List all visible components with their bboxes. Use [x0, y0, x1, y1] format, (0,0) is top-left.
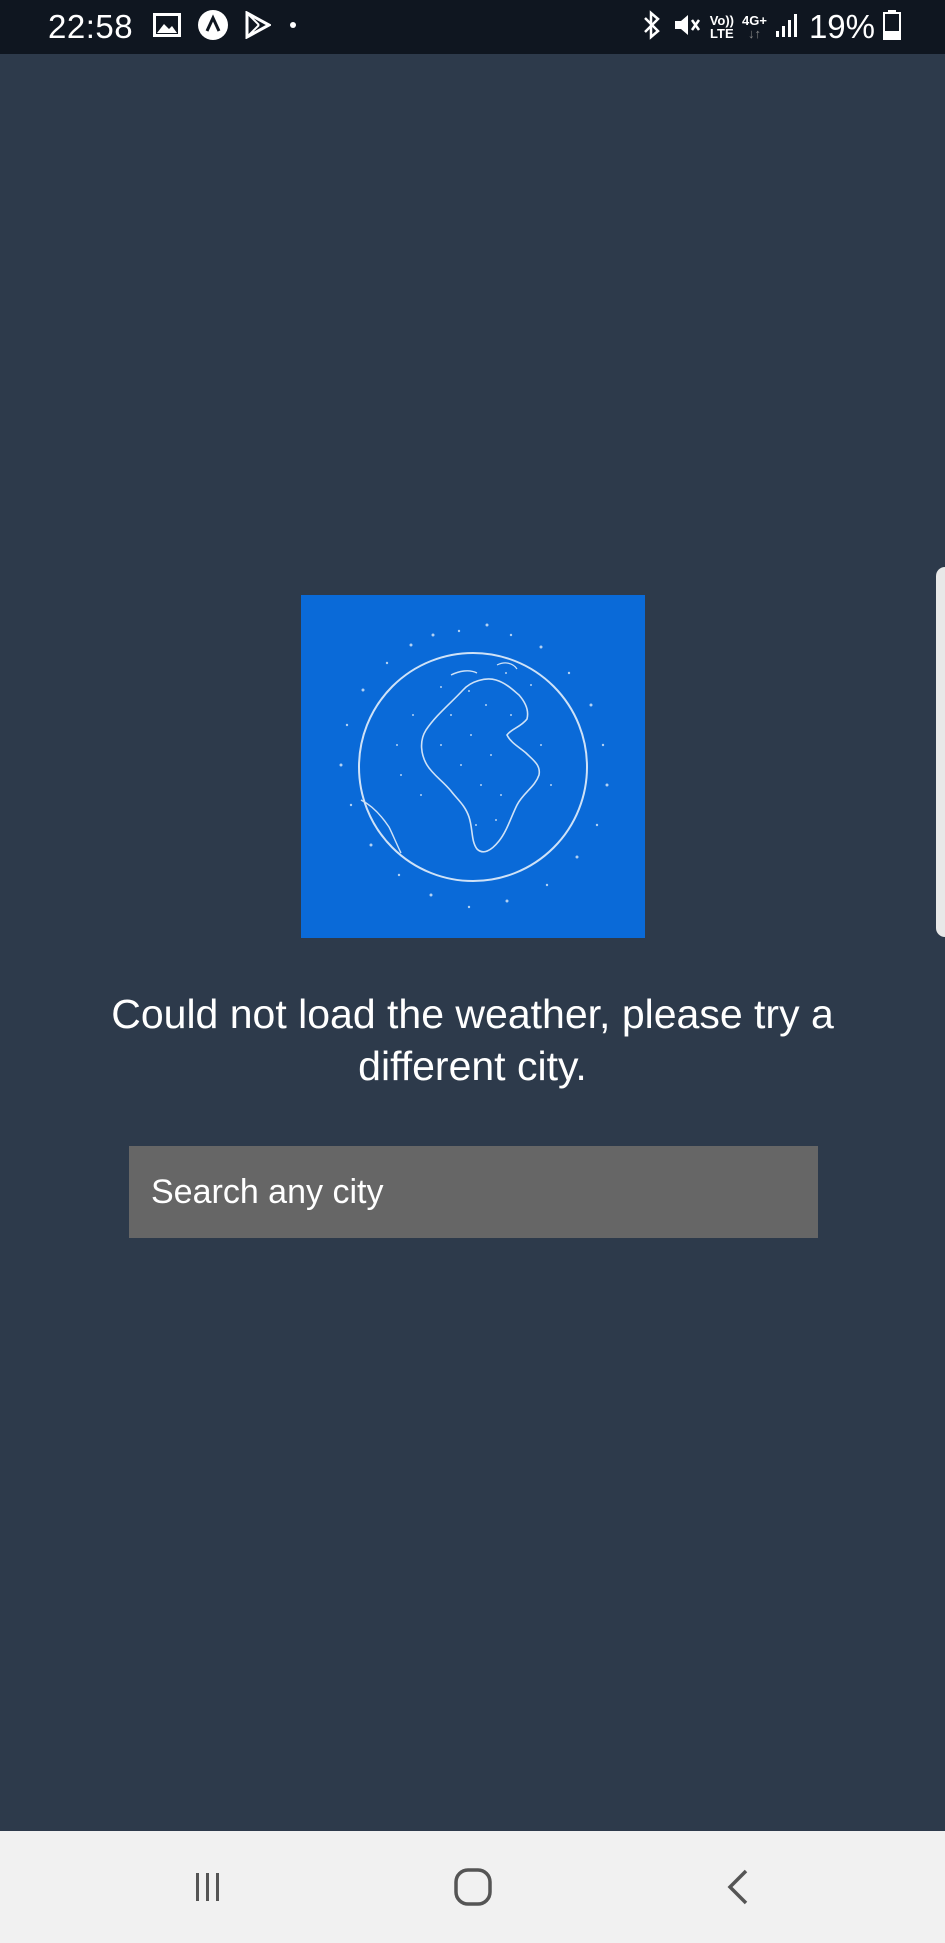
back-icon [727, 1869, 748, 1905]
dot-icon [287, 18, 299, 36]
globe-image [301, 595, 645, 938]
bluetooth-icon [640, 9, 664, 45]
home-button[interactable] [413, 1831, 533, 1943]
back-button[interactable] [678, 1831, 798, 1943]
battery-percent: 19% [808, 8, 875, 45]
app-icon [197, 9, 229, 46]
edge-panel-handle[interactable] [936, 567, 945, 937]
mute-icon [672, 10, 702, 45]
lte-label: LTE [710, 26, 734, 41]
home-icon [454, 1868, 492, 1906]
city-search-input[interactable] [129, 1146, 818, 1238]
error-message: Could not load the weather, please try a… [111, 991, 834, 1089]
image-icon [153, 12, 182, 42]
data-arrows-icon: ↓↑ [747, 26, 761, 41]
signal-icon [775, 11, 801, 44]
status-bar: 22:58 Vo)) LTE 4G+ ↓↑ 19% [0, 0, 945, 54]
play-store-icon [245, 9, 273, 44]
recent-apps-button[interactable] [148, 1831, 268, 1943]
status-left: 22:58 [48, 0, 299, 54]
status-right: Vo)) LTE 4G+ ↓↑ 19% [640, 0, 901, 54]
4g-icon: 4G+ ↓↑ [742, 14, 767, 40]
recent-apps-icon [196, 1873, 219, 1901]
navigation-bar [0, 1831, 945, 1943]
globe-icon [339, 623, 609, 909]
volte-icon: Vo)) LTE [710, 14, 734, 40]
battery-icon [883, 9, 901, 45]
clock: 22:58 [48, 8, 134, 45]
